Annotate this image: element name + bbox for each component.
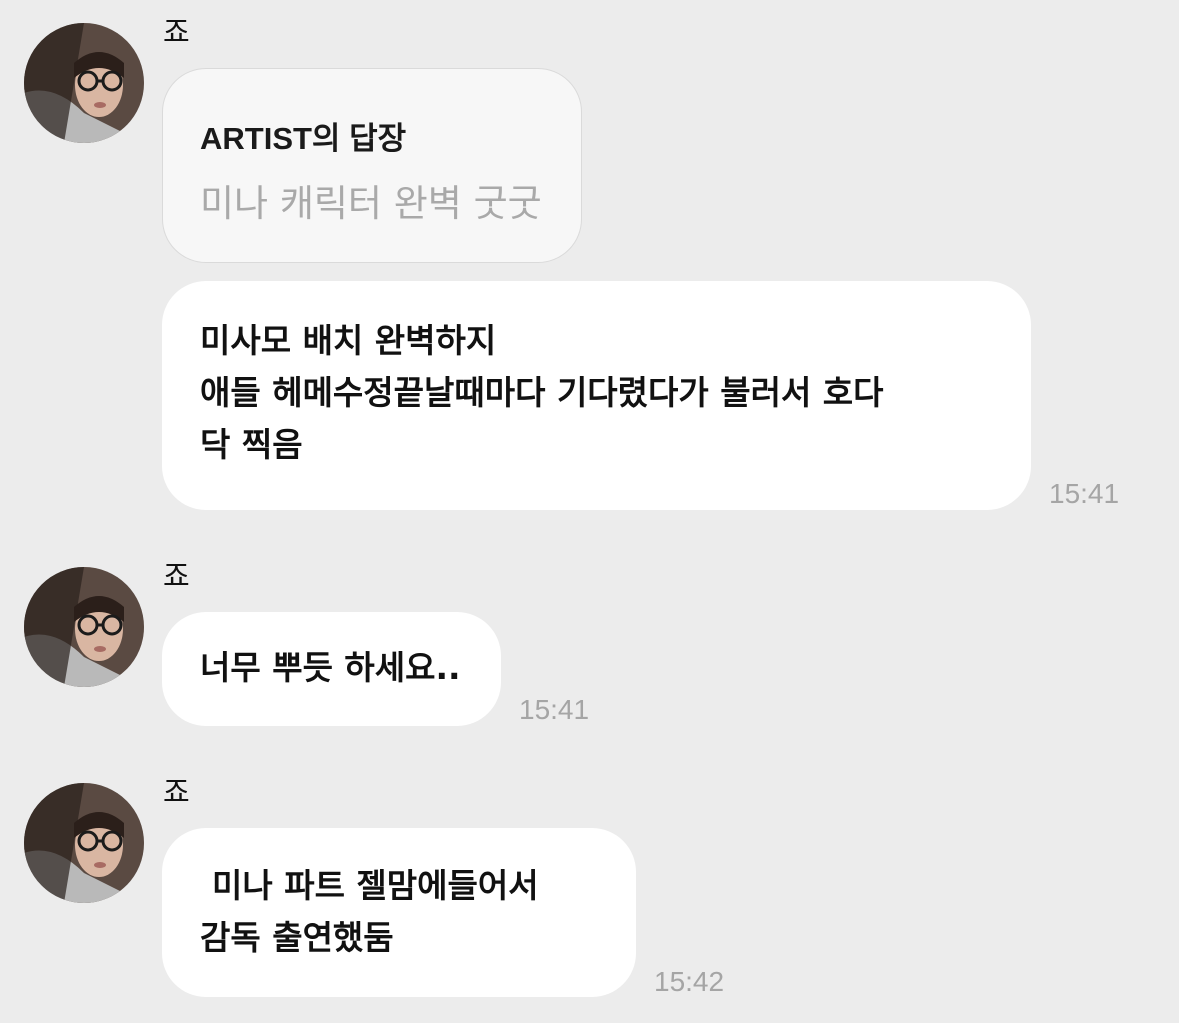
message-line: 감독 출연했둠 [200, 918, 394, 957]
message-line: 미사모 배치 완벽하지 [200, 321, 497, 360]
avatar[interactable] [24, 783, 144, 903]
message-line: 애들 헤메수정끝날때마다 기다렸다가 불러서 호다 [200, 373, 884, 412]
reply-title: ARTIST의 답장 [200, 121, 407, 156]
message-text: 너무 뿌듯 하세요.. [200, 642, 461, 694]
message-bubble[interactable]: 미나 파트 젤맘에들어서 감독 출연했둠 [162, 828, 636, 997]
sender-name: 죠 [163, 15, 190, 49]
message-line: 미나 파트 젤맘에들어서 [212, 866, 539, 905]
sender-name: 죠 [163, 775, 190, 809]
sender-name: 죠 [163, 559, 190, 593]
profile-photo-icon [24, 567, 144, 687]
message-text: 미사모 배치 완벽하지 애들 헤메수정끝날때마다 기다렸다가 불러서 호다 닥 … [200, 315, 884, 471]
message-bubble[interactable]: 미사모 배치 완벽하지 애들 헤메수정끝날때마다 기다렸다가 불러서 호다 닥 … [162, 281, 1031, 510]
message-timestamp: 15:41 [1049, 478, 1120, 509]
message-timestamp: 15:41 [519, 694, 590, 725]
artist-reply-bubble[interactable]: ARTIST의 답장 미나 캐릭터 완벽 굿굿 [162, 68, 582, 263]
message-line: 너무 뿌듯 하세요.. [200, 648, 461, 687]
message-line: 닥 찍음 [200, 425, 303, 464]
message-bubble[interactable]: 너무 뿌듯 하세요.. [162, 612, 501, 726]
reply-quoted-text: 미나 캐릭터 완벽 굿굿 [200, 182, 542, 225]
message-timestamp: 15:42 [654, 966, 725, 997]
avatar[interactable] [24, 567, 144, 687]
message-text: 미나 파트 젤맘에들어서 감독 출연했둠 [200, 860, 539, 964]
profile-photo-icon [24, 783, 144, 903]
profile-photo-icon [24, 23, 144, 143]
avatar[interactable] [24, 23, 144, 143]
